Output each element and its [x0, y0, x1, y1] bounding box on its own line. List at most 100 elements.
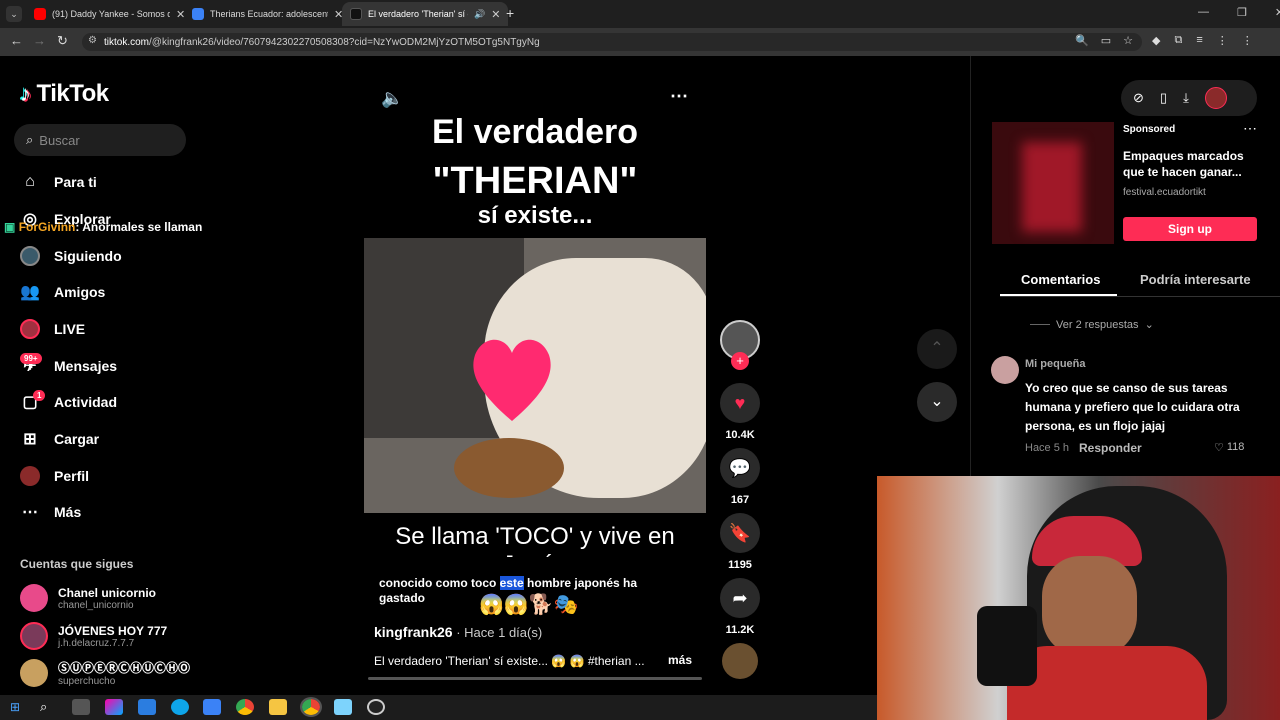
volume-icon[interactable]: 🔈 — [381, 88, 403, 109]
reload-icon[interactable]: ↻ — [57, 33, 68, 49]
chrome-active-icon[interactable] — [300, 697, 322, 717]
sound-disc-icon[interactable] — [722, 643, 758, 679]
edge-icon[interactable] — [171, 699, 189, 715]
extension-icon[interactable]: ◆ — [1152, 34, 1160, 47]
save-button[interactable]: 🔖 — [720, 513, 760, 553]
tab-interest[interactable]: Podría interesarte — [1140, 272, 1251, 287]
close-icon[interactable]: ✕ — [491, 8, 500, 21]
sidebar-item-mas[interactable]: ⋯ Más — [20, 502, 81, 522]
sidebar-item-siguiendo[interactable]: Siguiendo — [20, 246, 122, 266]
followed-account[interactable]: Chanel unicornio chanel_unicornio — [20, 584, 156, 612]
mail-icon[interactable] — [138, 699, 156, 715]
cast-icon[interactable]: ▭ — [1101, 34, 1111, 47]
media-icon[interactable]: ≡ — [1196, 34, 1202, 47]
sidebar-item-label: Cargar — [54, 431, 100, 447]
top-right-actions: ⊘ ▯ ⤓ — [1121, 80, 1257, 116]
coin-icon[interactable]: ⊘ — [1133, 90, 1144, 106]
comment-username[interactable]: Mi pequeña — [1025, 358, 1086, 370]
comment-icon: 💬 — [728, 457, 752, 478]
tiktok-logo[interactable]: ♪ TikTok — [20, 80, 109, 108]
followed-account[interactable]: JÓVENES HOY 777 j.h.delacruz.7.7.7 — [20, 622, 167, 650]
address-actions: 🔍 ▭ ☆ — [1075, 34, 1133, 47]
ad-thumbnail[interactable] — [992, 122, 1114, 244]
share-count: 11.2K — [725, 624, 755, 636]
sidebar-item-live[interactable]: LIVE — [20, 319, 85, 339]
tab-tiktok-active[interactable]: El verdadero 'Therian' sí exi 🔊 ✕ — [342, 2, 509, 26]
tab-therians[interactable]: Therians Ecuador: adolescente ✕ — [184, 2, 351, 26]
subtitle-highlight: este — [499, 576, 524, 590]
new-tab-button[interactable]: + — [506, 5, 514, 21]
like-count: 10.4K — [725, 429, 755, 441]
sidebar-item-label: Amigos — [54, 284, 106, 300]
account-handle: superchucho — [58, 676, 116, 687]
address-bar[interactable]: tiktok.com/@kingfrank26/video/7607942302… — [82, 33, 1142, 51]
back-icon[interactable]: ← — [10, 33, 23, 48]
account-name: JÓVENES HOY 777 — [58, 623, 168, 638]
download-icon[interactable]: ⤓ — [1183, 90, 1189, 106]
heart-overlay-icon — [469, 333, 555, 423]
author-name[interactable]: kingfrank26 — [374, 624, 453, 640]
like-button[interactable]: ♥ — [720, 383, 760, 423]
search-input[interactable]: ⌕ Buscar — [14, 124, 186, 156]
signup-button[interactable]: Sign up — [1123, 217, 1257, 241]
zoom-icon[interactable]: 🔍 — [1075, 34, 1089, 47]
phone-icon[interactable]: ▯ — [1160, 90, 1167, 106]
comment-like[interactable]: ♡ 118 — [1214, 441, 1244, 454]
task-view-icon[interactable] — [72, 699, 90, 715]
heart-outline-icon: ♡ — [1214, 442, 1224, 454]
followed-account[interactable]: ⓈⓊⓅⒺⓇⒸⒽⓊⒸⒽⓄ superchucho — [20, 659, 190, 687]
app-icon[interactable] — [334, 699, 352, 715]
video-more-icon[interactable]: ⋯ — [670, 86, 688, 107]
video-frame[interactable] — [364, 238, 706, 513]
site-info-icon[interactable]: ⚙ — [88, 35, 97, 46]
star-icon[interactable]: ☆ — [1123, 34, 1133, 47]
comment-button[interactable]: 💬 — [720, 448, 760, 488]
sidebar-item-amigos[interactable]: 👥 Amigos — [20, 282, 105, 302]
tab-youtube[interactable]: (91) Daddy Yankee - Somos de ✕ — [26, 2, 193, 26]
previous-video-button[interactable]: ⌃ — [917, 329, 957, 369]
windows-start-icon[interactable]: ⊞ — [10, 700, 20, 714]
commenter-avatar[interactable] — [991, 356, 1019, 384]
video-author-line: kingfrank26 · Hace 1 día(s) — [374, 624, 542, 640]
store-icon[interactable] — [203, 699, 221, 715]
forward-icon[interactable]: → — [33, 33, 46, 48]
file-explorer-icon[interactable] — [269, 699, 287, 715]
chat-badge-icon: ▣ — [4, 220, 16, 234]
taskbar-search-icon[interactable]: ⌕ — [40, 699, 47, 715]
next-video-button[interactable]: ⌄ — [917, 382, 957, 422]
more-link[interactable]: más — [668, 653, 692, 667]
profile-menu-icon[interactable]: ⋮ — [1242, 34, 1253, 47]
ad-title[interactable]: Empaques marcados que te hacen ganar... — [1123, 148, 1258, 180]
site-icon — [192, 8, 204, 20]
tab-search-icon[interactable]: ⌄ — [6, 6, 22, 22]
account-name: ⓈⓊⓅⒺⓇⒸⒽⓊⒸⒽⓄ — [58, 661, 191, 675]
sidebar-item-para-ti[interactable]: ⌂ Para ti — [20, 172, 97, 192]
following-heading: Cuentas que sigues — [20, 557, 134, 571]
puzzle-icon[interactable]: ⧉ — [1174, 34, 1182, 47]
video-progress-bar[interactable] — [368, 677, 702, 680]
menu-icon[interactable]: ⋮ — [1217, 34, 1228, 47]
tab-title: Therians Ecuador: adolescente — [210, 9, 328, 19]
user-avatar[interactable] — [1204, 87, 1227, 109]
tab-comments[interactable]: Comentarios — [1021, 272, 1100, 287]
speaker-icon[interactable]: 🔊 — [474, 9, 485, 20]
bookmark-icon: 🔖 — [728, 522, 752, 543]
obs-icon[interactable] — [367, 699, 385, 715]
avatar — [20, 622, 48, 650]
follow-plus-icon[interactable]: + — [731, 352, 749, 370]
sidebar-item-cargar[interactable]: ⊞ Cargar — [20, 429, 99, 449]
minimize-icon[interactable]: — — [1198, 6, 1209, 19]
close-window-icon[interactable]: ✕ — [1275, 6, 1280, 19]
chrome-icon[interactable] — [236, 699, 254, 715]
divider-line — [1030, 324, 1050, 325]
sidebar-item-perfil[interactable]: Perfil — [20, 466, 89, 486]
replies-label: Ver 2 respuestas — [1056, 318, 1139, 331]
share-button[interactable]: ➦ — [720, 578, 760, 618]
restore-icon[interactable]: ❐ — [1237, 6, 1247, 19]
copilot-icon[interactable] — [105, 699, 123, 715]
ad-more-icon[interactable]: ⋯ — [1243, 120, 1257, 137]
view-replies[interactable]: Ver 2 respuestas ⌄ — [1030, 318, 1154, 331]
emoji-sticker: 😱😱🐕🎭 — [479, 594, 579, 616]
reply-button[interactable]: Responder — [1079, 441, 1142, 455]
chevron-down-icon: ⌄ — [1144, 319, 1154, 331]
